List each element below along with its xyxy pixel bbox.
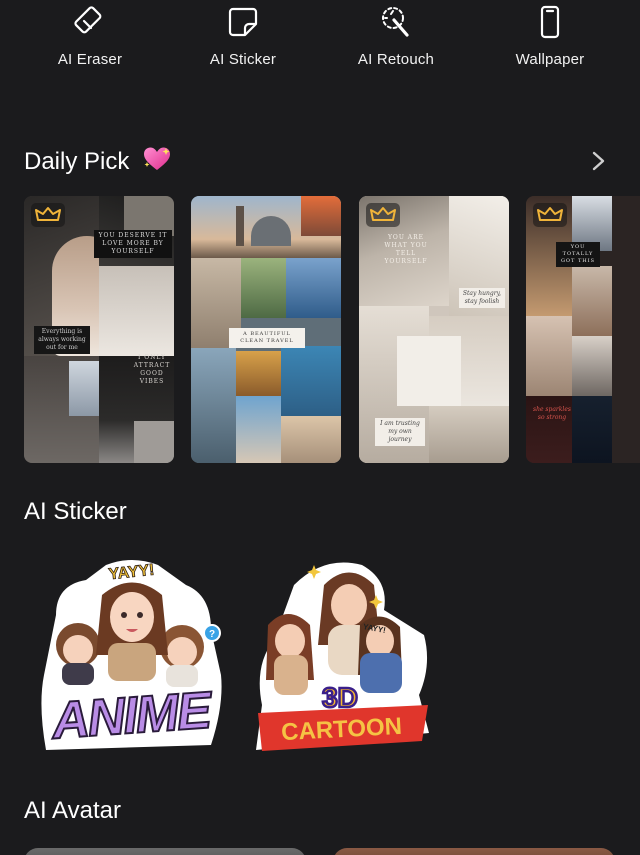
home-screen: AI Eraser AI Sticker AI Retouch Wallpape… bbox=[0, 0, 640, 855]
daily-pick-title: Daily Pick bbox=[24, 148, 130, 175]
sparkling-heart-icon bbox=[144, 147, 171, 170]
daily-pick-card[interactable]: YOU TOTALLY GOT THIS she sparkles so str… bbox=[526, 196, 640, 463]
avatar-card[interactable] bbox=[333, 848, 615, 855]
collage-photo bbox=[572, 266, 612, 336]
daily-pick-header[interactable]: Daily Pick bbox=[24, 146, 172, 176]
daily-pick-card[interactable]: A BEAUTIFUL CLEAN TRAVEL bbox=[191, 196, 341, 463]
collage-photo bbox=[526, 316, 572, 396]
tool-label: AI Eraser bbox=[57, 51, 123, 68]
daily-pick-card[interactable]: YOU ARE WHAT YOU TELL YOURSELF Stay hung… bbox=[359, 196, 509, 463]
collage-photo bbox=[236, 351, 281, 396]
card-quote: Stay hungry, stay foolish bbox=[459, 288, 505, 308]
card-quote: Everything is always working out for me bbox=[34, 326, 90, 354]
sticker-word: ANIME bbox=[48, 681, 215, 750]
collage-photo bbox=[572, 336, 612, 396]
card-quote: A BEAUTIFUL CLEAN TRAVEL bbox=[229, 328, 305, 348]
collage-photo bbox=[301, 196, 341, 236]
tool-label: Wallpaper bbox=[515, 51, 585, 68]
sticker-word-top: 3D bbox=[322, 682, 358, 713]
anime-sticker[interactable]: YAYY! ANIME ? bbox=[36, 555, 228, 755]
card-quote: YOU DESERVE IT LOVE MORE BY YOURSELF bbox=[94, 230, 172, 258]
crown-icon bbox=[31, 203, 65, 227]
sticker-icon bbox=[228, 7, 258, 37]
crown-icon bbox=[533, 203, 567, 227]
chevron-right-icon[interactable] bbox=[588, 150, 608, 172]
collage-photo bbox=[241, 258, 286, 318]
collage-photo bbox=[397, 336, 461, 406]
collage-photo bbox=[429, 406, 509, 463]
tools-row: AI Eraser AI Sticker AI Retouch Wallpape… bbox=[0, 0, 640, 80]
card-quote: I am trusting my own journey bbox=[375, 418, 425, 446]
collage-photo bbox=[191, 348, 236, 463]
daily-pick-list: YOU DESERVE IT LOVE MORE BY YOURSELF Eve… bbox=[0, 196, 640, 464]
tool-label: AI Retouch bbox=[357, 51, 435, 68]
tool-ai-eraser[interactable]: AI Eraser bbox=[20, 0, 160, 80]
cartoon-sticker[interactable]: YAYY! 3D CARTOON bbox=[254, 555, 434, 755]
tool-ai-sticker[interactable]: AI Sticker bbox=[173, 0, 313, 80]
tool-wallpaper[interactable]: Wallpaper bbox=[480, 0, 620, 80]
card-quote: YOU TOTALLY GOT THIS bbox=[556, 242, 600, 267]
collage-photo bbox=[99, 266, 174, 356]
collage-photo bbox=[281, 416, 341, 463]
collage-photo bbox=[572, 396, 612, 463]
collage-photo bbox=[236, 206, 244, 246]
collage-photo bbox=[236, 396, 281, 463]
phone-icon bbox=[540, 5, 560, 39]
collage-photo bbox=[281, 346, 341, 416]
card-quote: I ONLY ATTRACT GOOD VIBES bbox=[133, 354, 171, 385]
card-quote: YOU ARE WHAT YOU TELL YOURSELF bbox=[384, 234, 428, 265]
daily-pick-card[interactable]: YOU DESERVE IT LOVE MORE BY YOURSELF Eve… bbox=[24, 196, 174, 463]
svg-text:?: ? bbox=[209, 629, 215, 640]
retouch-icon bbox=[382, 7, 409, 37]
card-quote: she sparkles so strong bbox=[533, 406, 571, 421]
crown-icon bbox=[366, 203, 400, 227]
ai-avatar-title: AI Avatar bbox=[24, 797, 121, 824]
tool-label: AI Sticker bbox=[209, 51, 277, 68]
collage-photo bbox=[134, 421, 174, 463]
avatar-card[interactable] bbox=[24, 848, 306, 855]
ai-sticker-title: AI Sticker bbox=[24, 498, 127, 525]
eraser-icon bbox=[74, 6, 102, 34]
collage-photo bbox=[286, 258, 341, 318]
tool-ai-retouch[interactable]: AI Retouch bbox=[326, 0, 466, 80]
